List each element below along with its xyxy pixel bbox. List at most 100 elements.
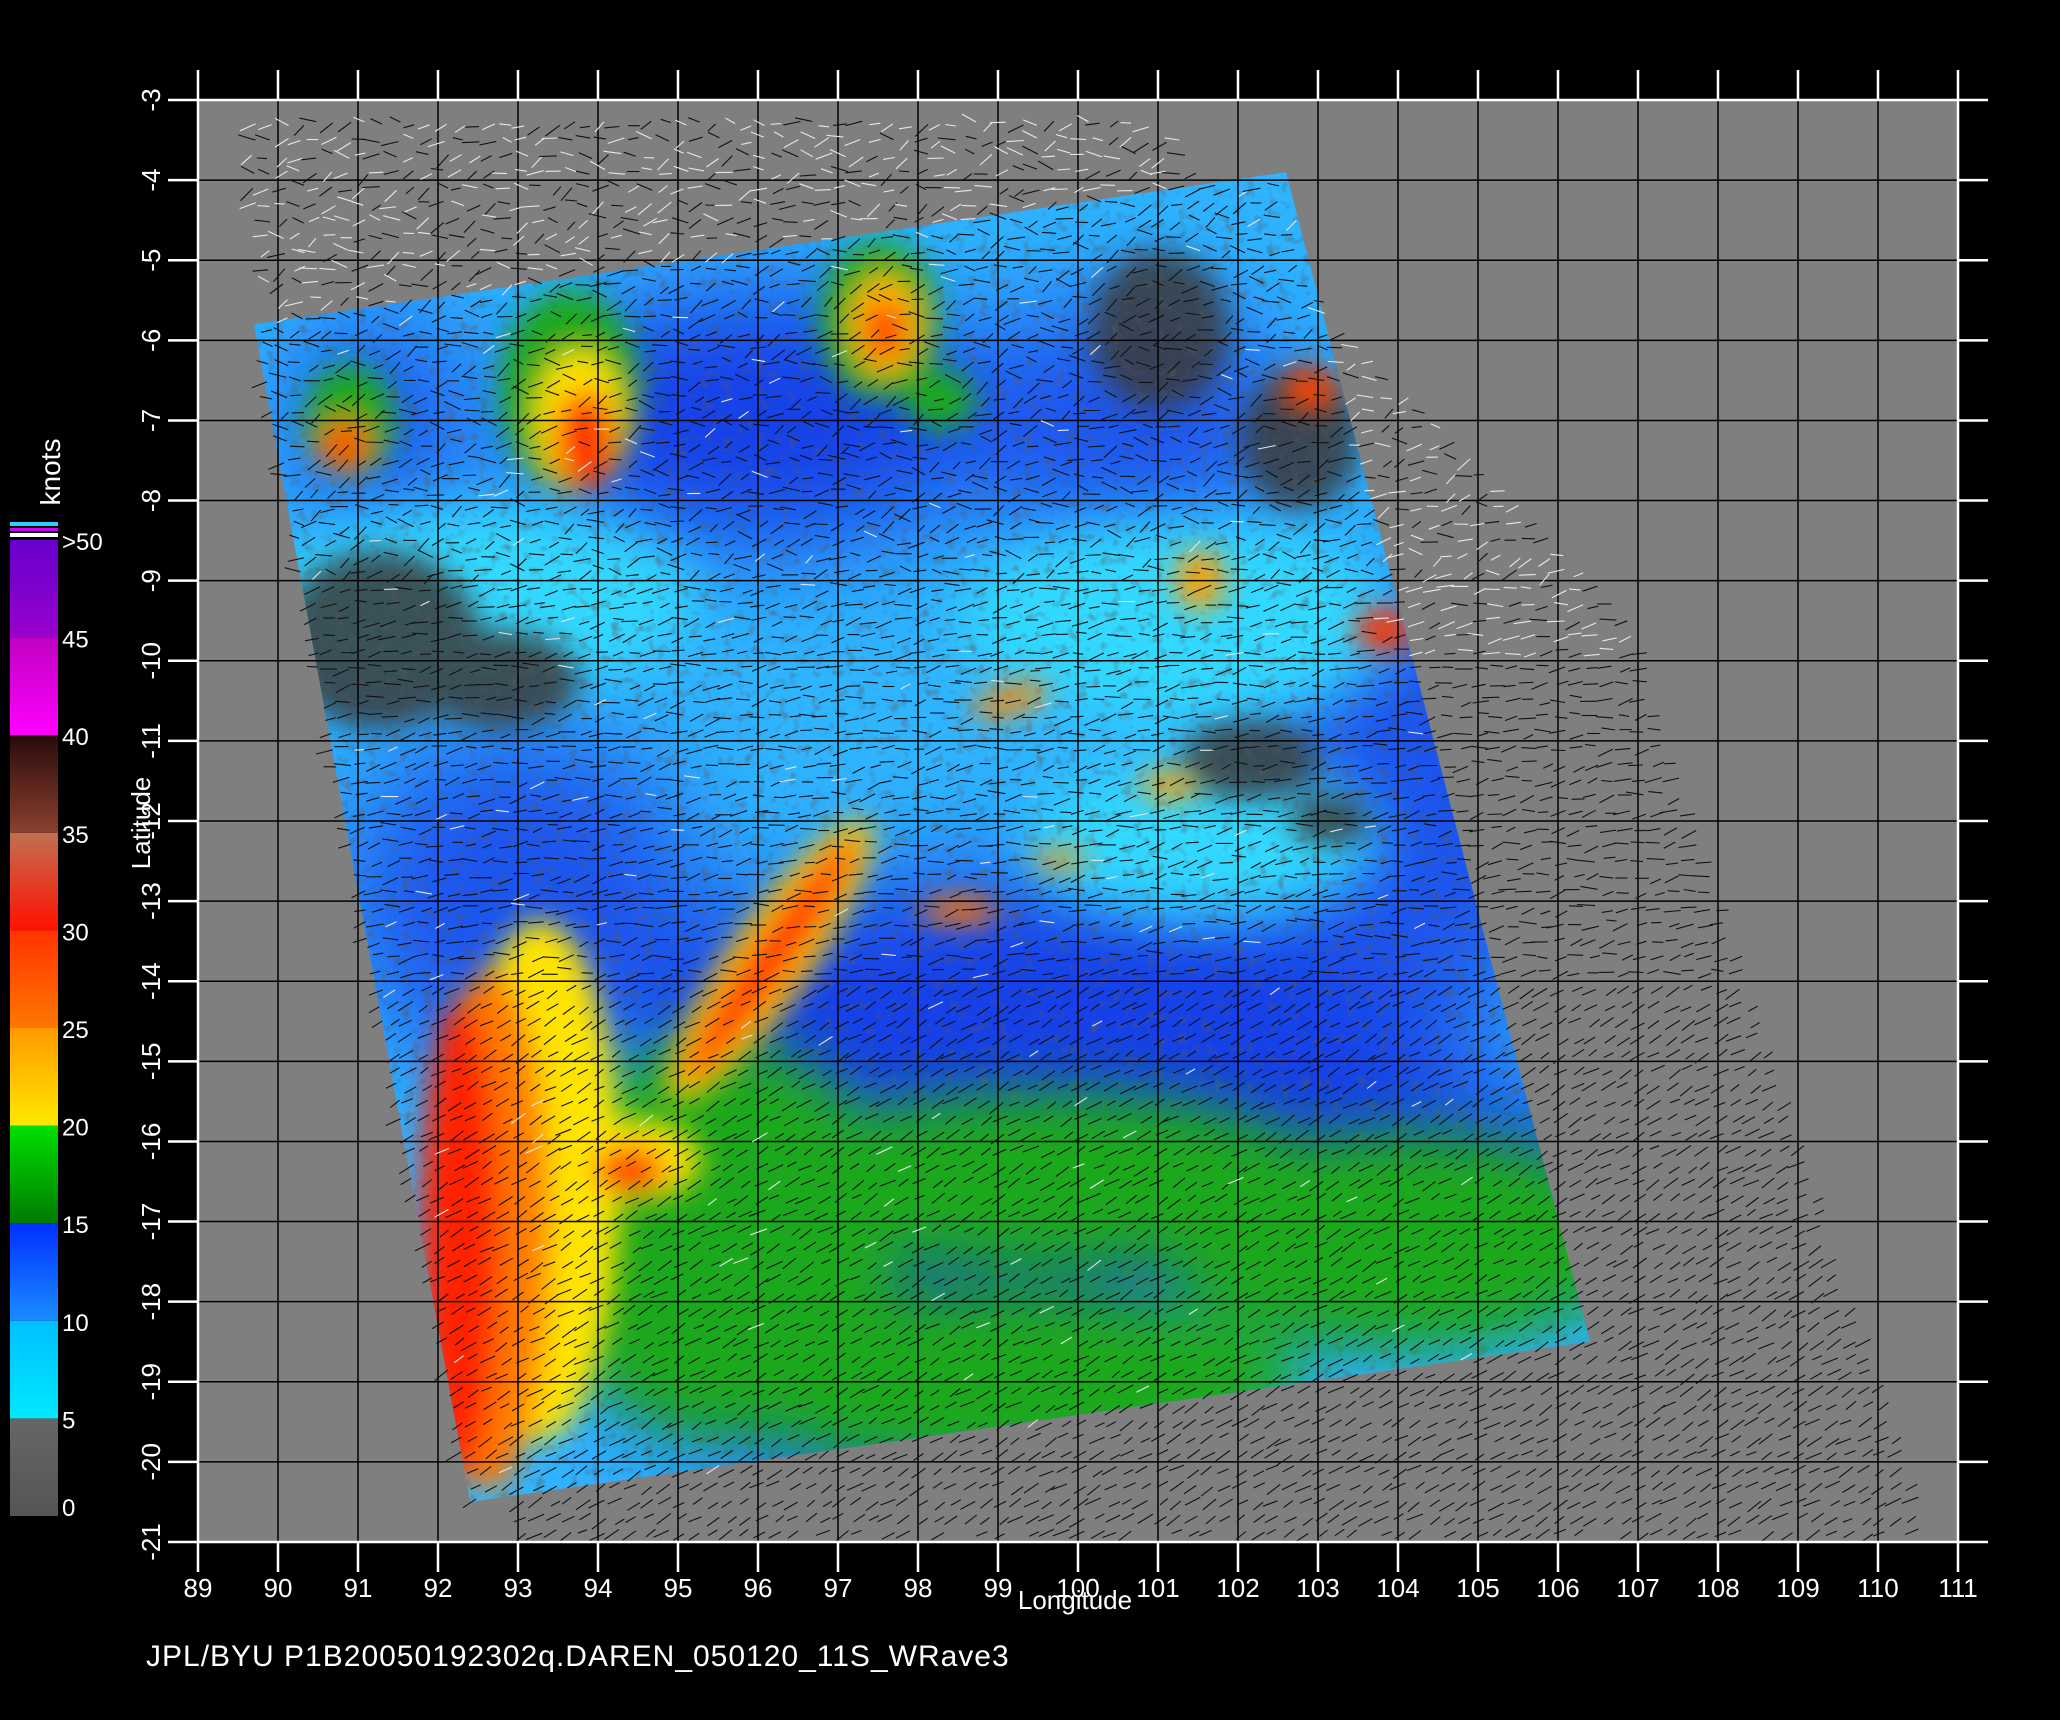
wind-barb bbox=[1382, 842, 1393, 844]
wind-barb bbox=[1326, 346, 1343, 349]
wind-barb bbox=[1069, 715, 1084, 718]
wind-barb bbox=[365, 441, 384, 444]
wind-barb bbox=[804, 861, 815, 864]
wind-barb bbox=[1262, 412, 1276, 415]
wind-barb bbox=[1437, 776, 1454, 779]
wind-barb bbox=[1481, 696, 1500, 699]
wind-barb bbox=[1444, 652, 1456, 655]
wind-barb bbox=[783, 616, 797, 619]
wind-barb bbox=[1075, 779, 1087, 781]
wind-barb bbox=[1023, 795, 1038, 798]
wind-barb bbox=[1182, 923, 1196, 925]
wind-barb bbox=[1490, 490, 1505, 492]
wind-barb bbox=[1628, 764, 1644, 767]
convective-cell bbox=[865, 300, 905, 360]
wind-barb bbox=[560, 553, 573, 556]
wind-barb bbox=[741, 665, 753, 668]
wind-barb bbox=[642, 906, 655, 909]
wind-barb bbox=[334, 332, 348, 335]
wind-barb bbox=[306, 665, 318, 668]
wind-barb bbox=[1440, 555, 1452, 558]
wind-barb bbox=[323, 634, 336, 637]
wind-barb bbox=[1187, 697, 1199, 700]
wind-barb bbox=[1421, 697, 1437, 700]
wind-barb bbox=[525, 397, 543, 399]
wind-barb bbox=[944, 186, 961, 189]
wind-barb bbox=[1086, 685, 1101, 688]
wind-barb bbox=[901, 956, 912, 959]
wind-barb bbox=[1134, 248, 1148, 251]
wind-barb bbox=[803, 925, 817, 928]
wind-barb bbox=[643, 315, 657, 318]
wind-barb bbox=[1091, 877, 1105, 880]
wind-barb bbox=[1343, 782, 1359, 784]
wind-barb bbox=[1253, 765, 1265, 767]
wind-barb bbox=[831, 845, 844, 848]
wind-barb bbox=[909, 844, 928, 847]
wind-barb bbox=[1536, 828, 1549, 831]
wind-barb bbox=[1568, 905, 1583, 907]
wind-barb bbox=[1030, 669, 1041, 672]
wind-barb bbox=[1107, 634, 1119, 636]
wind-barb bbox=[1343, 457, 1357, 459]
wind-barb bbox=[812, 797, 829, 800]
wind-barb bbox=[501, 237, 513, 240]
wind-barb bbox=[1628, 971, 1644, 974]
wind-barb bbox=[1456, 633, 1473, 636]
wind-barb bbox=[1168, 252, 1185, 254]
wind-barb bbox=[768, 714, 782, 716]
wind-barb bbox=[495, 187, 510, 190]
wind-barb bbox=[800, 970, 813, 972]
wind-barb bbox=[1132, 749, 1151, 751]
wind-barb bbox=[444, 717, 462, 720]
wind-barb bbox=[465, 126, 480, 128]
wind-barb bbox=[1039, 842, 1052, 845]
wind-barb bbox=[1057, 429, 1069, 432]
wind-barb bbox=[307, 440, 320, 443]
wind-barb bbox=[898, 170, 910, 173]
wind-barb bbox=[1114, 635, 1132, 638]
wind-barb bbox=[1521, 604, 1535, 606]
wind-barb bbox=[324, 681, 336, 684]
wind-barb bbox=[814, 189, 831, 191]
wind-barb bbox=[751, 826, 769, 829]
wind-barb bbox=[1280, 408, 1295, 411]
wind-barb bbox=[897, 700, 913, 702]
wind-barb bbox=[481, 922, 493, 925]
wind-barb bbox=[846, 685, 861, 687]
wind-barb bbox=[1680, 906, 1697, 909]
wind-barb bbox=[434, 778, 446, 781]
wind-barb bbox=[1315, 424, 1328, 427]
wind-barb bbox=[479, 778, 494, 781]
wind-barb bbox=[991, 872, 1009, 874]
wind-barb bbox=[1230, 520, 1244, 523]
wind-barb bbox=[547, 823, 558, 826]
wind-barb bbox=[961, 204, 977, 207]
wind-barb bbox=[1173, 617, 1185, 619]
wind-barb bbox=[945, 808, 961, 810]
wind-barb bbox=[1393, 601, 1405, 603]
wind-barb bbox=[388, 503, 399, 506]
wind-barb bbox=[672, 316, 689, 319]
wind-barb bbox=[575, 284, 590, 286]
wind-barb bbox=[1550, 749, 1566, 752]
wind-barb bbox=[1681, 969, 1694, 972]
wind-barb bbox=[996, 572, 1007, 575]
wind-barb bbox=[515, 861, 528, 864]
wind-barb bbox=[989, 121, 1006, 124]
wind-barb bbox=[845, 411, 860, 414]
wind-barb bbox=[581, 972, 593, 974]
wind-barb bbox=[541, 137, 558, 140]
wind-barb bbox=[1389, 568, 1406, 571]
wind-barb bbox=[256, 157, 268, 160]
wind-barb bbox=[340, 430, 353, 432]
wind-barb bbox=[298, 267, 317, 270]
wind-barb bbox=[1166, 601, 1180, 604]
wind-barb bbox=[812, 715, 828, 718]
wind-barb bbox=[1651, 941, 1664, 943]
wind-barb bbox=[1211, 267, 1228, 270]
wind-barb bbox=[1537, 811, 1549, 814]
wind-barb bbox=[753, 652, 764, 655]
wind-barb bbox=[1026, 445, 1039, 448]
wind-barb bbox=[1120, 122, 1132, 124]
